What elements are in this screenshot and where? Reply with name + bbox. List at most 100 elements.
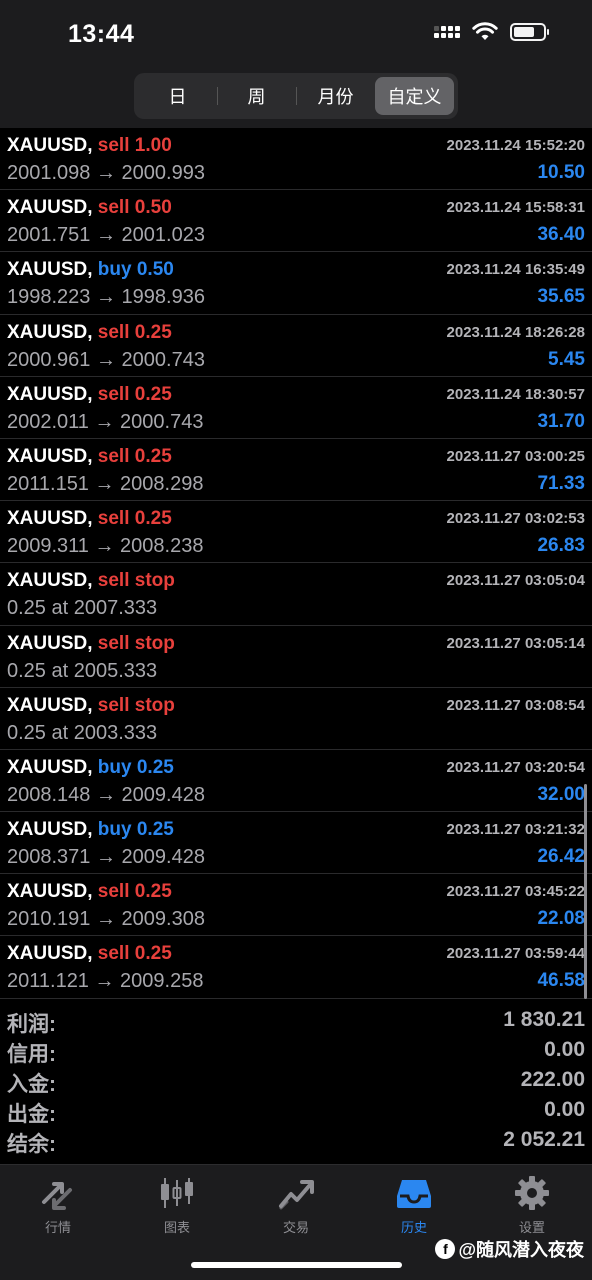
trade-symbol: XAUUSD, <box>7 694 93 716</box>
scrollbar[interactable] <box>584 784 587 999</box>
trade-volume: stop <box>134 632 175 654</box>
trade-row[interactable]: XAUUSD, buy 0.25 2008.148 → 2009.428 2023.… <box>0 750 592 813</box>
screen: 13:44 日 周 月份 自定义 XAUUSD, sell 1.00 2001.0… <box>0 0 592 1280</box>
trade-profit: 46.58 <box>537 970 585 992</box>
trade-title: XAUUSD, sell 0.25 <box>7 881 172 903</box>
trade-title: XAUUSD, sell 0.25 <box>7 446 172 468</box>
trade-row[interactable]: XAUUSD, sell 0.25 2010.191 → 2009.308 2023… <box>0 874 592 937</box>
segment-month[interactable]: 月份 <box>296 77 375 115</box>
trade-profit: 26.83 <box>537 535 585 557</box>
trade-title: XAUUSD, sell 1.00 <box>7 135 172 157</box>
trade-profit: 31.70 <box>537 410 585 432</box>
trade-type: buy <box>97 259 132 281</box>
tab-charts[interactable]: 图表 <box>127 1175 227 1236</box>
trade-row[interactable]: XAUUSD, buy 0.25 2008.371 → 2009.428 2023.… <box>0 812 592 875</box>
top-bar: 13:44 日 周 月份 自定义 <box>0 0 592 128</box>
summary-label: 出金: <box>7 1103 56 1126</box>
trade-profit: 5.45 <box>548 348 585 370</box>
trade-type: sell <box>97 881 130 903</box>
trade-time: 2023.11.24 18:26:28 <box>446 323 585 341</box>
trade-prices: 2002.011 → 2000.743 <box>7 410 204 433</box>
tab-label: 图表 <box>163 1220 190 1235</box>
trade-row[interactable]: XAUUSD, sell stop 0.25 at 2005.333 2023.11… <box>0 626 592 688</box>
trade-symbol: XAUUSD, <box>7 881 93 903</box>
trade-time: 2023.11.27 03:05:14 <box>446 634 585 652</box>
summary-label: 结余: <box>7 1133 56 1156</box>
trade-row[interactable]: XAUUSD, buy 0.50 1998.223 → 1998.936 2023.… <box>0 252 592 315</box>
trade-prices: 2008.371 → 2009.428 <box>7 846 205 869</box>
segment-day[interactable]: 日 <box>138 77 217 115</box>
status-time: 13:44 <box>68 20 135 48</box>
trade-time: 2023.11.27 03:00:25 <box>446 447 585 465</box>
trade-volume: 0.25 <box>136 819 174 841</box>
trade-symbol: XAUUSD, <box>7 756 93 778</box>
gear-icon <box>512 1175 552 1211</box>
trade-symbol: XAUUSD, <box>7 819 93 841</box>
trade-title: XAUUSD, sell 0.25 <box>7 384 172 406</box>
trade-symbol: XAUUSD, <box>7 943 93 965</box>
trade-row[interactable]: XAUUSD, sell stop 0.25 at 2007.333 2023.11… <box>0 563 592 626</box>
trade-symbol: XAUUSD, <box>7 383 93 405</box>
candlestick-chart-icon <box>157 1175 197 1211</box>
tab-settings[interactable]: 设置 <box>482 1175 582 1236</box>
segment-custom[interactable]: 自定义 <box>375 77 454 115</box>
trade-row[interactable]: XAUUSD, sell 0.25 2011.151 → 2008.298 2023… <box>0 439 592 502</box>
trade-row[interactable]: XAUUSD, sell 0.25 2002.011 → 2000.743 2023… <box>0 377 592 439</box>
trade-profit: 32.00 <box>537 783 585 805</box>
trade-title: XAUUSD, sell 0.25 <box>7 508 172 530</box>
summary-row: 结余: 2 052.21 <box>0 1128 592 1158</box>
segment-week[interactable]: 周 <box>217 77 296 115</box>
summary-value: 2 052.21 <box>503 1128 585 1151</box>
trade-row[interactable]: XAUUSD, sell 0.50 2001.751 → 2001.023 2023… <box>0 190 592 253</box>
summary-value: 0.00 <box>544 1098 585 1121</box>
trade-prices: 2001.098 → 2000.993 <box>7 162 205 184</box>
trade-profit: 36.40 <box>537 224 585 246</box>
trade-row[interactable]: XAUUSD, sell 0.25 2009.311 → 2008.238 2023… <box>0 501 592 564</box>
trade-volume: 0.25 <box>134 321 172 343</box>
summary-row: 利润: 1 830.21 <box>0 1008 592 1038</box>
trade-type: sell <box>97 445 130 467</box>
trade-type: sell <box>97 321 130 343</box>
tab-history[interactable]: 历史 <box>364 1175 464 1236</box>
trade-row[interactable]: XAUUSD, sell 1.00 2001.098 → 2000.993 2023… <box>0 128 592 191</box>
trade-volume: stop <box>134 694 175 716</box>
trade-title: XAUUSD, buy 0.25 <box>7 819 174 841</box>
trade-title: XAUUSD, sell stop <box>7 570 175 592</box>
trade-symbol: XAUUSD, <box>7 570 93 592</box>
trade-type: sell <box>97 943 130 965</box>
trade-type: sell <box>97 508 130 530</box>
watermark-text: @随风潜入夜夜 <box>458 1240 584 1260</box>
trade-profit: 22.08 <box>537 908 585 930</box>
trade-title: XAUUSD, sell 0.50 <box>7 197 172 219</box>
trade-title: XAUUSD, buy 0.50 <box>7 259 174 281</box>
trade-volume: stop <box>134 570 175 592</box>
trade-row[interactable]: XAUUSD, sell 0.25 2011.121 → 2009.258 2023… <box>0 936 592 999</box>
trade-volume: 0.25 <box>134 881 172 903</box>
trade-history-list: XAUUSD, sell 1.00 2001.098 → 2000.993 2023… <box>0 128 592 999</box>
cellular-signal-icon <box>434 26 460 38</box>
trade-type: sell <box>97 383 130 405</box>
summary-label: 信用: <box>7 1043 56 1066</box>
summary-label: 入金: <box>7 1073 56 1096</box>
trade-type: sell <box>97 694 130 716</box>
trade-type: buy <box>97 819 132 841</box>
trend-chart-icon <box>276 1175 316 1211</box>
tab-trade[interactable]: 交易 <box>246 1175 346 1236</box>
home-indicator[interactable] <box>191 1262 402 1268</box>
arrows-trade-icon <box>38 1175 78 1211</box>
trade-row[interactable]: XAUUSD, sell 0.25 2000.961 → 2000.743 2023… <box>0 315 592 377</box>
trade-volume: 0.25 <box>134 943 172 965</box>
summary-label: 利润: <box>7 1013 56 1036</box>
trade-symbol: XAUUSD, <box>7 259 93 281</box>
trade-volume: 0.25 <box>136 756 174 778</box>
tab-label: 历史 <box>400 1220 427 1235</box>
tab-quotes[interactable]: 行情 <box>8 1175 108 1236</box>
trade-profit: 71.33 <box>537 472 585 494</box>
trade-time: 2023.11.27 03:21:32 <box>446 821 585 839</box>
summary-value: 0.00 <box>544 1038 585 1061</box>
account-summary: 利润: 1 830.21 信用: 0.00 入金: 222.00 出金: 0.00 结余: 2 0… <box>0 1008 592 1158</box>
trade-time: 2023.11.27 03:05:04 <box>446 572 585 590</box>
trade-time: 2023.11.27 03:45:22 <box>446 883 585 901</box>
trade-row[interactable]: XAUUSD, sell stop 0.25 at 2003.333 2023.11… <box>0 688 592 750</box>
summary-row: 出金: 0.00 <box>0 1098 592 1128</box>
